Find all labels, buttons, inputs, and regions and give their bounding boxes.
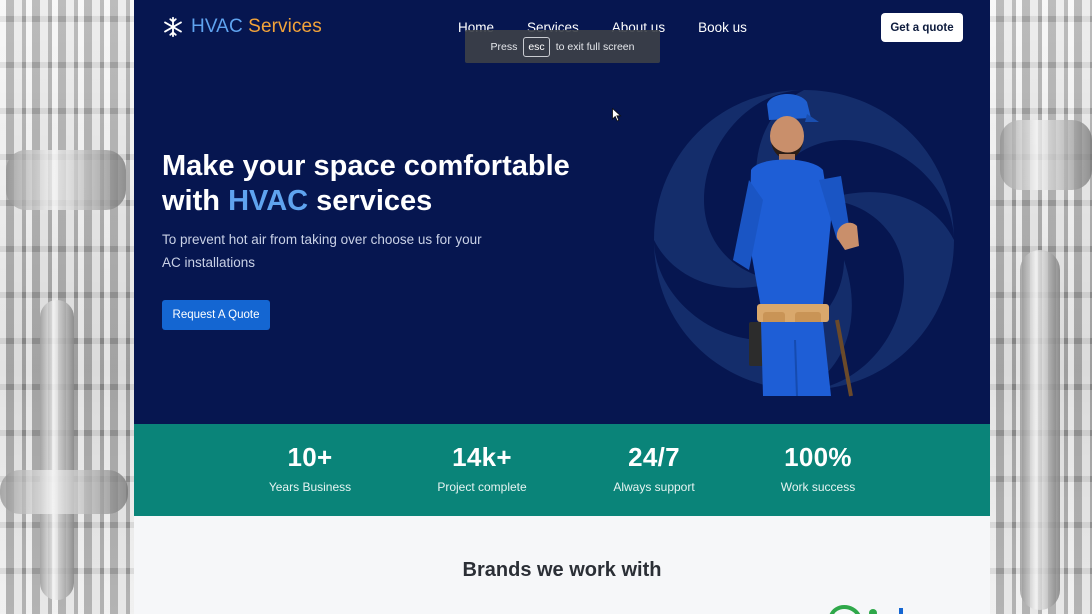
esc-key-badge: esc — [523, 36, 550, 57]
snowflake-icon — [164, 16, 182, 38]
headline-line-1: Make your space comfortable — [162, 150, 570, 182]
toast-suffix: to exit full screen — [555, 40, 635, 53]
headline-prefix: with — [162, 185, 220, 217]
logo-name-main: HVAC — [191, 16, 243, 37]
site-logo-text: HVAC Services — [191, 16, 322, 38]
mouse-cursor-icon — [612, 108, 622, 122]
brand-logo — [344, 610, 372, 614]
pipe-decoration — [40, 300, 74, 600]
brands-heading: Brands we work with — [462, 559, 662, 581]
pipe-decoration — [6, 150, 126, 210]
headline-suffix: services — [316, 185, 433, 217]
stat-value: 10+ — [287, 442, 333, 472]
brands-section: Brands we work with — [134, 516, 990, 614]
stat-value: 14k+ — [452, 442, 512, 472]
headline-highlight: HVAC — [228, 185, 309, 217]
stat-work-success: 100% Work success — [738, 442, 898, 494]
logo-name-accent: Services — [248, 16, 322, 37]
fullscreen-exit-toast: Press esc to exit full screen — [465, 30, 660, 63]
hero-section: HVAC Services Home Services About us Boo… — [134, 0, 990, 424]
technician-image — [733, 93, 859, 397]
stat-value: 100% — [784, 442, 852, 472]
request-a-quote-button[interactable]: Request A Quote — [162, 300, 270, 330]
nav-link-book-us[interactable]: Book us — [698, 20, 747, 35]
pipe-decoration — [0, 470, 128, 514]
brand-logo — [829, 605, 903, 614]
stat-years-business: 10+ Years Business — [230, 442, 390, 494]
stat-project-complete: 14k+ Project complete — [402, 442, 562, 494]
stat-label: Always support — [613, 480, 695, 494]
get-a-quote-button[interactable]: Get a quote — [881, 13, 963, 42]
hero-subtext: To prevent hot air from taking over choo… — [162, 232, 482, 270]
stats-bar: 10+ Years Business 14k+ Project complete… — [134, 424, 990, 516]
background-left-panel — [0, 0, 134, 614]
pipe-decoration — [1020, 250, 1060, 610]
pipe-decoration — [1000, 120, 1092, 190]
stat-value: 24/7 — [628, 442, 680, 472]
website-viewport: HVAC Services Home Services About us Boo… — [134, 0, 990, 614]
stat-always-support: 24/7 Always support — [574, 442, 734, 494]
stat-label: Work success — [780, 480, 856, 494]
hero-headline: Make your space comfortable with HVAC se… — [162, 149, 622, 219]
stat-label: Project complete — [437, 480, 527, 494]
background-right-panel — [990, 0, 1092, 614]
site-logo[interactable]: HVAC Services — [162, 16, 322, 38]
toast-prefix: Press — [490, 40, 518, 53]
stat-label: Years Business — [268, 480, 352, 494]
